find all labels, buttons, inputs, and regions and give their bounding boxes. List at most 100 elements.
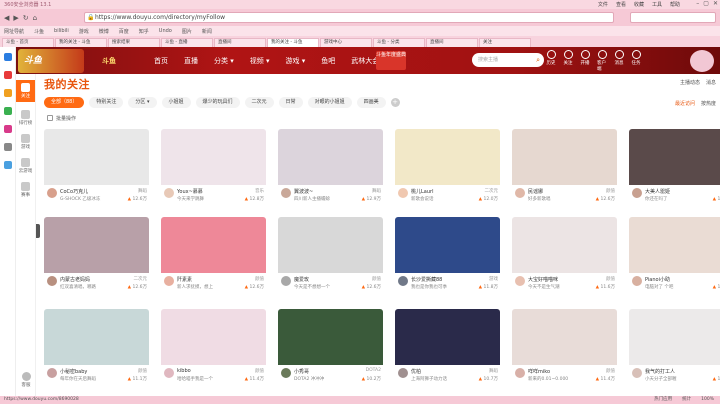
stream-card[interactable]: 魔爱玫 颜值 今天是不想想一个 ▲ 12.6万 xyxy=(278,217,383,297)
minimize-icon[interactable]: – xyxy=(696,0,699,7)
stream-card[interactable]: kibbo 颜值 哈哈喵手我是一个 ▲ 11.4万 xyxy=(161,309,266,389)
add-filter-icon[interactable]: + xyxy=(390,98,400,107)
bookmark-item[interactable]: 网址导航 xyxy=(4,28,24,35)
menu-help[interactable]: 帮助 xyxy=(670,1,680,8)
anchor-feed-link[interactable]: 主播动态 xyxy=(680,79,700,86)
user-avatar[interactable] xyxy=(690,50,714,72)
stream-card[interactable]: 咩咩miko 颜值 新来的0.01~0.000 ▲ 11.4万 xyxy=(512,309,617,389)
app-icon[interactable] xyxy=(3,125,12,133)
streamer-avatar[interactable] xyxy=(631,187,643,199)
streamer-avatar[interactable] xyxy=(46,187,58,199)
filter-chip-dropdown[interactable]: 分区 ▾ xyxy=(128,97,157,108)
search-icon[interactable]: ⌕ xyxy=(536,53,540,67)
streamer-avatar[interactable] xyxy=(514,187,526,199)
filter-chip[interactable]: 四画美 xyxy=(356,97,386,108)
stream-thumbnail[interactable] xyxy=(278,129,383,185)
streamer-avatar[interactable] xyxy=(514,367,526,379)
browser-tab[interactable]: 我的关注 - 斗鱼 xyxy=(55,38,107,47)
streamer-avatar[interactable] xyxy=(163,187,175,199)
broadcast-button[interactable]: 开播 xyxy=(580,50,590,72)
client-button[interactable]: 客户端 xyxy=(597,50,607,72)
streamer-name[interactable]: 翼波波~ xyxy=(294,188,356,195)
bookmark-item[interactable]: 斗鱼 xyxy=(34,28,44,35)
bookmark-item[interactable]: 微博 xyxy=(99,28,109,35)
filter-chip[interactable]: 爆少的玩具们 xyxy=(195,97,240,108)
filter-chip[interactable]: 对眼的小姐姐 xyxy=(307,97,352,108)
browser-tab[interactable]: 直播间 xyxy=(214,38,266,47)
sidebar-item-ranking[interactable]: 排行榜 xyxy=(16,110,35,126)
promo-banner[interactable]: 斗鱼年度盛典 xyxy=(376,51,406,70)
stream-card[interactable]: 我气的打工人颜值小天分子全部喔▲ 12.6万 xyxy=(629,309,720,389)
stream-thumbnail[interactable] xyxy=(629,217,720,273)
stream-card[interactable]: 小秘密baby 颜值 每年你在天后舞蹈 ▲ 11.1万 xyxy=(44,309,149,389)
nav-live[interactable]: 直播 xyxy=(184,56,198,66)
stream-thumbnail[interactable] xyxy=(161,309,266,365)
streamer-name[interactable]: Youx~慕慕 xyxy=(177,188,239,195)
bookmark-item[interactable]: 游戏 xyxy=(79,28,89,35)
browser-tab[interactable]: 斗鱼 - 首页 xyxy=(2,38,54,47)
stream-card[interactable]: 桃儿Laurl 二次元 新歌会说话 ▲ 12.0万 xyxy=(395,129,500,209)
filter-chip-all[interactable]: 全部（88） xyxy=(44,97,85,108)
stream-card[interactable]: 翼波波~ 舞蹈 四川新人主播蟾蜍 ▲ 12.9万 xyxy=(278,129,383,209)
url-field[interactable]: 🔒 https://www.douyu.com/directory/myFoll… xyxy=(84,12,614,23)
streamer-name[interactable]: 内蒙古老妈妈 xyxy=(60,276,122,283)
streamer-avatar[interactable] xyxy=(397,367,409,379)
app-icon[interactable] xyxy=(3,161,12,169)
sidebar-collapse-handle[interactable] xyxy=(36,224,40,238)
streamer-avatar[interactable] xyxy=(46,367,58,379)
streamer-name[interactable]: 小秘密baby xyxy=(60,368,122,375)
bookmark-item[interactable]: 图片 xyxy=(182,28,192,35)
stream-thumbnail[interactable] xyxy=(161,217,266,273)
stream-card[interactable]: 小秀哥 DOTA2 DOTA2 冲冲冲 ▲ 10.2万 xyxy=(278,309,383,389)
stream-card[interactable]: 优柏 舞蹈 上海阿狮子动力话 ▲ 10.7万 xyxy=(395,309,500,389)
stream-thumbnail[interactable] xyxy=(395,129,500,185)
streamer-avatar[interactable] xyxy=(163,367,175,379)
sidebar-item-match[interactable]: 赛事 xyxy=(16,182,35,198)
nav-video[interactable]: 视频 ▾ xyxy=(250,56,270,66)
sort-recent[interactable]: 最近访问 xyxy=(675,100,695,107)
stream-thumbnail[interactable] xyxy=(512,129,617,185)
stream-card[interactable]: Youx~慕慕 音乐 今天来学跳舞 ▲ 12.8万 xyxy=(161,129,266,209)
streamer-name[interactable]: 我气的打工人 xyxy=(645,368,707,375)
stream-thumbnail[interactable] xyxy=(629,309,720,365)
close-icon[interactable]: ✕ xyxy=(713,0,718,7)
stream-thumbnail[interactable] xyxy=(44,309,149,365)
stream-card[interactable]: 民谣娜 颜值 好多新歌唱 ▲ 12.6万 xyxy=(512,129,617,209)
browser-tab[interactable]: 关注 xyxy=(479,38,531,47)
streamer-name[interactable]: Pianoi小助 xyxy=(645,276,707,283)
streamer-name[interactable]: 阡素素 xyxy=(177,276,239,283)
streamer-avatar[interactable] xyxy=(397,187,409,199)
back-icon[interactable]: ◀ xyxy=(4,14,9,22)
bookmark-item[interactable]: 新闻 xyxy=(202,28,212,35)
nav-category[interactable]: 分类 ▾ xyxy=(214,56,234,66)
refresh-icon[interactable]: ↻ xyxy=(23,14,29,22)
streamer-avatar[interactable] xyxy=(163,275,175,287)
stream-thumbnail[interactable] xyxy=(44,129,149,185)
stream-thumbnail[interactable] xyxy=(512,309,617,365)
streamer-avatar[interactable] xyxy=(397,275,409,287)
stream-thumbnail[interactable] xyxy=(278,217,383,273)
app-icon[interactable] xyxy=(3,89,12,97)
message-button[interactable]: 消息 xyxy=(614,50,624,72)
menu-tools[interactable]: 工具 xyxy=(652,1,662,8)
sidebar-item-service[interactable]: 客服 xyxy=(16,372,36,388)
stream-card[interactable]: Pianoi小助颜值电脑对了 个吧▲ 12.0万 xyxy=(629,217,720,297)
task-button[interactable]: 任务 xyxy=(631,50,641,72)
filter-chip[interactable]: 日常 xyxy=(278,97,303,108)
streamer-name[interactable]: 桃儿Laurl xyxy=(411,188,473,195)
browser-tab[interactable]: 搜索结果 xyxy=(108,38,160,47)
browser-tab[interactable]: 游戏中心 xyxy=(320,38,372,47)
app-icon[interactable] xyxy=(3,143,12,151)
forward-icon[interactable]: ▶ xyxy=(13,14,18,22)
streamer-avatar[interactable] xyxy=(46,275,58,287)
bookmark-item[interactable]: Undo xyxy=(159,28,172,34)
app-icon[interactable] xyxy=(3,71,12,79)
streamer-name[interactable]: 大美人罂姬 xyxy=(645,188,707,195)
nav-home[interactable]: 首页 xyxy=(154,56,168,66)
batch-operation-button[interactable]: 批量操作 xyxy=(47,115,76,122)
filter-chip[interactable]: 小姐姐 xyxy=(161,97,191,108)
browser-tab-active[interactable]: 我的关注 - 斗鱼 xyxy=(267,38,319,47)
stream-thumbnail[interactable] xyxy=(512,217,617,273)
streamer-avatar[interactable] xyxy=(280,367,292,379)
nav-fishbar[interactable]: 鱼吧 xyxy=(321,56,335,66)
